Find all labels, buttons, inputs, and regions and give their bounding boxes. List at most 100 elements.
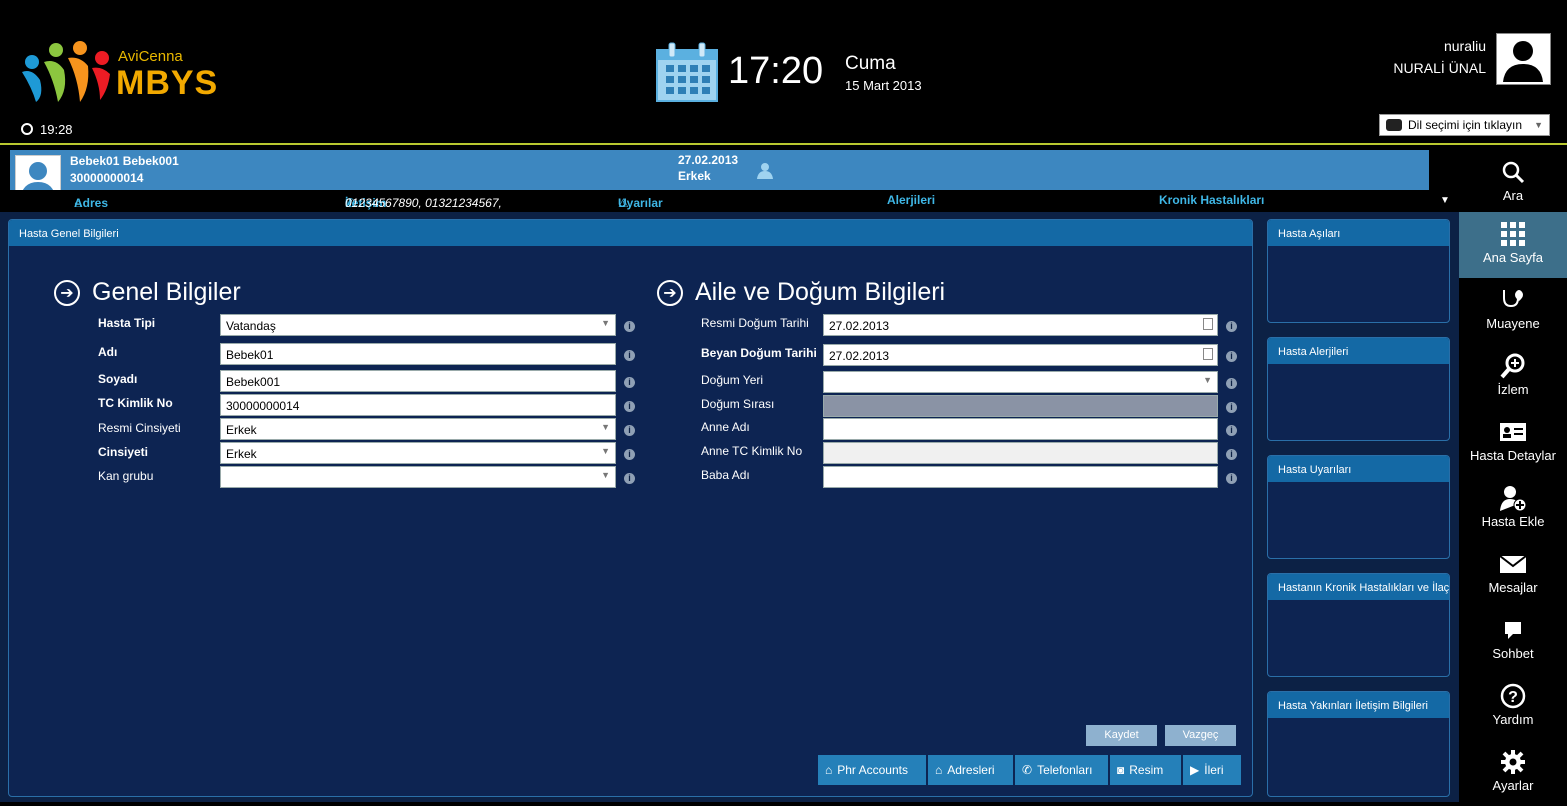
input-adi[interactable]: Bebek01 — [220, 343, 616, 365]
warnings-label: Uyarılar — [618, 196, 663, 210]
nav-help[interactable]: ? Yardım — [1459, 674, 1567, 740]
value-resmi-cinsiyet: Erkek — [226, 423, 257, 437]
label-kan-grubu: Kan grubu — [98, 469, 154, 483]
info-icon[interactable]: i — [624, 377, 635, 388]
grid-icon — [1501, 222, 1525, 246]
allergies-title: Hasta Alerjileri — [1268, 338, 1449, 364]
info-icon[interactable]: i — [624, 473, 635, 484]
general-section-title: ➔ Genel Bilgiler — [54, 278, 241, 307]
language-label: Dil seçimi için tıklayın — [1408, 118, 1523, 132]
info-icon[interactable]: i — [624, 321, 635, 332]
chevron-down-icon: ▼ — [1203, 375, 1212, 385]
chronic-title: Hastanın Kronik Hastalıkları ve İlaçları — [1268, 574, 1449, 600]
top-header: AviCenna MBYS 19:28 17:20 Cuma 15 Mart 2… — [0, 0, 1567, 143]
cancel-button[interactable]: Vazgeç — [1165, 725, 1236, 746]
info-icon[interactable]: i — [624, 401, 635, 412]
magnifier-plus-icon — [1500, 353, 1525, 379]
nav-home[interactable]: Ana Sayfa — [1459, 212, 1567, 278]
select-dogum-yeri[interactable]: ▼ — [823, 371, 1218, 393]
value-adi: Bebek01 — [226, 348, 274, 362]
input-anne-adi[interactable] — [823, 418, 1218, 440]
nav-patient-details[interactable]: Hasta Detaylar — [1459, 410, 1567, 476]
next-button[interactable]: ▶ İleri — [1183, 755, 1241, 785]
label-cinsiyet: Cinsiyeti — [98, 445, 149, 459]
nav-label-examination: Muayene — [1486, 316, 1540, 331]
input-soyadi[interactable]: Bebek001 — [220, 370, 616, 392]
save-button[interactable]: Kaydet — [1086, 725, 1157, 746]
input-baba-adi[interactable] — [823, 466, 1218, 488]
expand-chevron-icon[interactable]: ▼ — [1440, 195, 1450, 206]
value-tc: 30000000014 — [226, 399, 300, 413]
family-title-text: Aile ve Doğum Bilgileri — [695, 278, 946, 306]
chronic-link[interactable]: Kronik Hastalıkları — [1159, 193, 1264, 207]
next-label: İleri — [1204, 763, 1224, 777]
phones-label: Telefonları — [1037, 763, 1093, 777]
user-full-name: NURALİ ÜNAL — [1393, 60, 1486, 76]
phones-button[interactable]: ✆ Telefonları — [1015, 755, 1108, 785]
logo-small-text: AviCenna — [118, 48, 183, 65]
small-clock: 19:28 — [40, 122, 73, 137]
camera-icon: ◙ — [1117, 763, 1125, 777]
select-cinsiyet[interactable]: Erkek ▼ — [220, 442, 616, 464]
gear-icon — [1501, 750, 1525, 774]
info-icon[interactable]: i — [1226, 425, 1237, 436]
date-resmi-dogum-tarihi[interactable]: 27.02.2013 — [823, 314, 1218, 336]
date-beyan-dogum-tarihi[interactable]: 27.02.2013 — [823, 344, 1218, 366]
patient-gender: Erkek — [678, 169, 711, 183]
info-icon[interactable]: i — [624, 449, 635, 460]
nav-monitoring[interactable]: İzlem — [1459, 344, 1567, 410]
allergies-link[interactable]: Alerjileri — [887, 193, 935, 207]
phr-accounts-button[interactable]: ⌂ Phr Accounts — [818, 755, 926, 785]
label-baba-adi: Baba Adı — [701, 468, 750, 482]
envelope-icon — [1499, 555, 1527, 573]
language-select[interactable]: Dil seçimi için tıklayın ▼ — [1379, 114, 1550, 136]
house-icon: ⌂ — [935, 763, 943, 777]
calendar-picker-icon[interactable] — [1203, 348, 1213, 360]
patient-birth-date: 27.02.2013 — [678, 153, 739, 167]
info-icon[interactable]: i — [624, 425, 635, 436]
info-icon[interactable]: i — [1226, 378, 1237, 389]
phr-label: Phr Accounts — [837, 763, 908, 777]
house-icon: ⌂ — [825, 763, 833, 777]
play-icon: ▶ — [1190, 763, 1200, 777]
patient-banner: Bebek01 Bebek001 30000000014 27.02.2013 … — [10, 150, 1429, 201]
addresses-button[interactable]: ⌂ Adresleri — [928, 755, 1013, 785]
select-resmi-cinsiyet[interactable]: Erkek ▼ — [220, 418, 616, 440]
nav-label-home: Ana Sayfa — [1483, 250, 1543, 265]
info-icon[interactable]: i — [1226, 473, 1237, 484]
user-avatar[interactable] — [1496, 33, 1551, 85]
header-divider — [0, 143, 1567, 145]
info-icon[interactable]: i — [624, 350, 635, 361]
username: nuraliu — [1443, 38, 1486, 54]
value-cinsiyet: Erkek — [226, 447, 257, 461]
info-icon[interactable]: i — [1226, 449, 1237, 460]
help-icon: ? — [1500, 683, 1526, 709]
warnings-panel: Hasta Uyarıları — [1267, 455, 1450, 559]
input-dogum-sirasi — [823, 395, 1218, 417]
select-hasta-tipi[interactable]: Vatandaş ▼ — [220, 314, 616, 336]
label-resmi-cinsiyet: Resmi Cinsiyeti — [98, 421, 181, 435]
warnings-title: Hasta Uyarıları — [1268, 456, 1449, 482]
info-icon[interactable]: i — [1226, 402, 1237, 413]
nav-settings[interactable]: Ayarlar — [1459, 740, 1567, 806]
input-tc[interactable]: 30000000014 — [220, 394, 616, 416]
info-icon[interactable]: i — [1226, 321, 1237, 332]
chevron-down-icon: ▼ — [601, 422, 610, 432]
nav-chat[interactable]: Sohbet — [1459, 608, 1567, 674]
chronic-panel: Hastanın Kronik Hastalıkları ve İlaçları — [1267, 573, 1450, 677]
nav-messages[interactable]: Mesajlar — [1459, 542, 1567, 608]
nav-examination[interactable]: Muayene — [1459, 278, 1567, 344]
search-icon — [1502, 161, 1525, 184]
vaccines-title: Hasta Aşıları — [1268, 220, 1449, 246]
calendar-picker-icon[interactable] — [1203, 318, 1213, 330]
label-anne-tc: Anne TC Kimlik No — [701, 444, 803, 458]
input-anne-tc[interactable] — [823, 442, 1218, 464]
info-icon[interactable]: i — [1226, 351, 1237, 362]
nav-label-settings: Ayarlar — [1492, 778, 1534, 793]
select-kan-grubu[interactable]: ▼ — [220, 466, 616, 488]
photo-button[interactable]: ◙ Resim — [1110, 755, 1181, 785]
logo-figures-icon — [22, 41, 110, 102]
nav-search[interactable]: Ara — [1459, 150, 1567, 216]
nav-add-patient[interactable]: Hasta Ekle — [1459, 476, 1567, 542]
patient-general-panel: Hasta Genel Bilgileri ➔ Genel Bilgiler ➔… — [8, 219, 1253, 797]
